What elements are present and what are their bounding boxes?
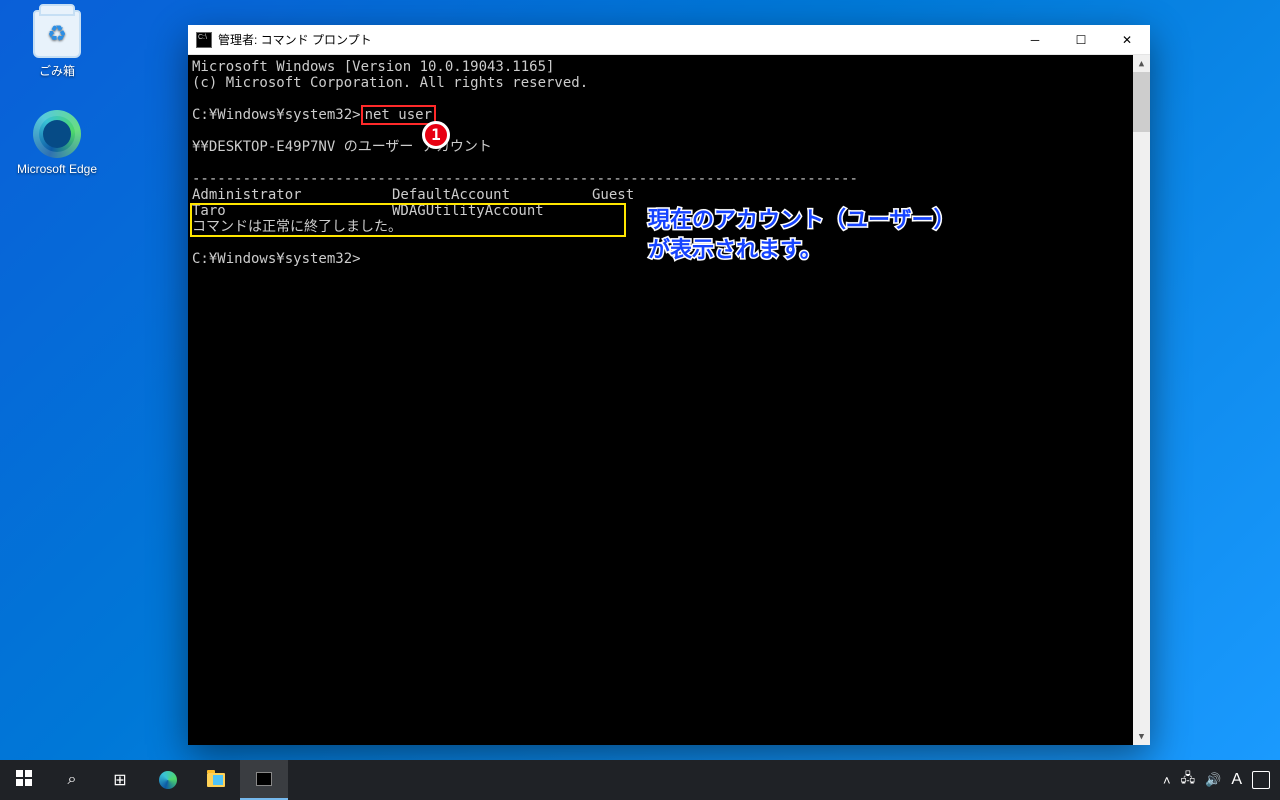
user-col: WDAGUtilityAccount	[392, 203, 544, 219]
taskbar-edge[interactable]	[144, 760, 192, 800]
tray-notifications-icon[interactable]	[1252, 771, 1270, 789]
tray-network-icon[interactable]: 🖧	[1181, 769, 1196, 791]
taskbar-search[interactable]: ⌕	[48, 760, 96, 800]
search-icon: ⌕	[68, 771, 77, 789]
user-col: Administrator	[192, 187, 392, 203]
desktop-icon-label: ごみ箱	[12, 62, 102, 79]
folder-icon	[207, 773, 225, 787]
recycle-bin-icon	[33, 10, 81, 58]
terminal-prompt: C:¥Windows¥system32>	[192, 251, 361, 267]
desktop-icon-recycle-bin[interactable]: ごみ箱	[12, 10, 102, 79]
user-col: DefaultAccount	[392, 187, 592, 203]
minimize-button[interactable]: ─	[1012, 25, 1058, 55]
window-title: 管理者: コマンド プロンプト	[218, 31, 372, 48]
desktop: ごみ箱 Microsoft Edge 管理者: コマンド プロンプト ─ ☐ ✕…	[0, 0, 1280, 800]
taskbar-taskview[interactable]: ⊞	[96, 760, 144, 800]
tray-ime[interactable]: A	[1231, 771, 1242, 789]
start-button[interactable]	[0, 760, 48, 800]
scrollbar-thumb[interactable]	[1133, 72, 1150, 132]
highlighted-command: net user	[361, 105, 436, 125]
terminal-line: コマンドは正常に終了しました。	[192, 219, 402, 235]
terminal-prompt: C:¥Windows¥system32>	[192, 107, 361, 123]
system-tray: ˄ 🖧 🔊 A	[1153, 769, 1280, 791]
taskbar-cmd[interactable]	[240, 760, 288, 800]
windows-logo-icon	[16, 770, 32, 791]
annotation-badge-1: 1	[422, 121, 450, 149]
command-prompt-window: 管理者: コマンド プロンプト ─ ☐ ✕ Microsoft Windows …	[188, 25, 1150, 745]
tray-volume-icon[interactable]: 🔊	[1205, 772, 1221, 788]
scrollbar-up-icon[interactable]: ▲	[1133, 55, 1150, 72]
user-col: Taro	[192, 203, 392, 219]
terminal-line: ----------------------------------------…	[192, 171, 858, 187]
terminal-scrollbar[interactable]: ▲ ▼	[1133, 55, 1150, 745]
taskview-icon: ⊞	[113, 770, 126, 790]
maximize-button[interactable]: ☐	[1058, 25, 1104, 55]
taskbar: ⌕ ⊞ ˄ 🖧 🔊 A	[0, 760, 1280, 800]
terminal-line: (c) Microsoft Corporation. All rights re…	[192, 75, 588, 91]
desktop-icon-edge[interactable]: Microsoft Edge	[12, 110, 102, 176]
close-button[interactable]: ✕	[1104, 25, 1150, 55]
taskbar-explorer[interactable]	[192, 760, 240, 800]
user-col: Guest	[592, 187, 634, 203]
cmd-icon	[196, 32, 212, 48]
edge-icon	[159, 771, 177, 789]
terminal-line: Microsoft Windows [Version 10.0.19043.11…	[192, 59, 554, 75]
annotation-text: 現在のアカウント（ユーザー） が表示されます。	[648, 205, 956, 265]
titlebar[interactable]: 管理者: コマンド プロンプト ─ ☐ ✕	[188, 25, 1150, 55]
desktop-icon-label: Microsoft Edge	[12, 162, 102, 176]
terminal-output[interactable]: Microsoft Windows [Version 10.0.19043.11…	[188, 55, 1150, 745]
cmd-icon	[256, 772, 272, 786]
tray-overflow-icon[interactable]: ˄	[1163, 773, 1171, 788]
edge-icon	[33, 110, 81, 158]
scrollbar-down-icon[interactable]: ▼	[1133, 728, 1150, 745]
